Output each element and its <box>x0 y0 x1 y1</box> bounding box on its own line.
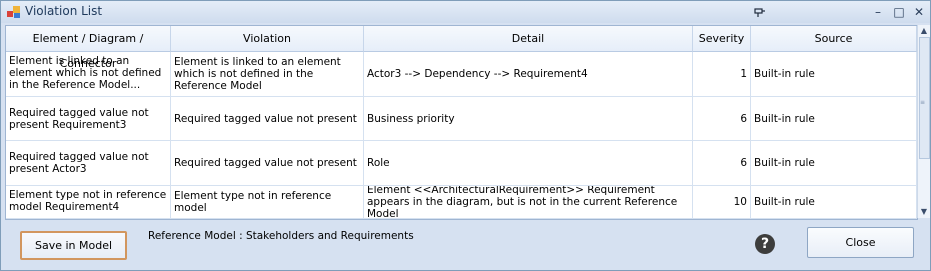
cell-source: Built-in rule <box>751 186 917 218</box>
column-header-severity[interactable]: Severity <box>693 26 751 52</box>
column-header-detail[interactable]: Detail <box>364 26 693 52</box>
window-title: Violation List <box>25 4 103 18</box>
cell-source: Built-in rule <box>751 141 917 185</box>
cell-detail: Element <<ArchitecturalRequirement>> Req… <box>364 186 693 218</box>
help-icon[interactable]: ? <box>755 234 775 254</box>
grip-icon: ≡ <box>920 99 926 106</box>
table-row[interactable]: Required tagged value not present Actor3… <box>6 141 917 186</box>
scroll-down-icon[interactable]: ▼ <box>918 206 930 218</box>
cell-element: Required tagged value not present Actor3 <box>6 141 171 185</box>
minimize-icon[interactable]: – <box>869 4 887 20</box>
cell-detail: Role <box>364 141 693 185</box>
cell-element: Required tagged value not present Requir… <box>6 97 171 140</box>
cell-severity: 1 <box>693 52 751 96</box>
violation-table: Element / Diagram / Connector Violation … <box>5 25 918 220</box>
cell-element: Element is linked to an element which is… <box>6 52 171 96</box>
column-header-violation[interactable]: Violation <box>171 26 364 52</box>
cell-violation: Element type not in reference model <box>171 186 364 218</box>
cell-violation: Element is linked to an element which is… <box>171 52 364 96</box>
table-row[interactable]: Element type not in reference model Requ… <box>6 186 917 219</box>
cell-element: Element type not in reference model Requ… <box>6 186 171 218</box>
reference-model-label: Reference Model : Stakeholders and Requi… <box>148 230 414 242</box>
cell-violation: Required tagged value not present <box>171 97 364 140</box>
table-row[interactable]: Required tagged value not present Requir… <box>6 97 917 141</box>
table-row[interactable]: Element is linked to an element which is… <box>6 52 917 97</box>
app-icon <box>7 6 20 18</box>
vertical-scrollbar[interactable]: ▲ ≡ ▼ <box>917 25 930 218</box>
scroll-thumb[interactable] <box>919 37 930 159</box>
close-button[interactable]: Close <box>807 227 914 258</box>
cell-detail: Actor3 --> Dependency --> Requirement4 <box>364 52 693 96</box>
maximize-icon[interactable]: □ <box>890 4 908 20</box>
violation-list-window: Violation List – □ ✕ Element / Diagram /… <box>0 0 931 271</box>
cell-detail: Business priority <box>364 97 693 140</box>
cell-severity: 10 <box>693 186 751 218</box>
title-bar: Violation List – □ ✕ <box>1 1 930 23</box>
column-header-element[interactable]: Element / Diagram / Connector <box>6 26 171 70</box>
column-header-source[interactable]: Source <box>751 26 917 52</box>
cell-severity: 6 <box>693 141 751 185</box>
pin-icon[interactable] <box>754 6 766 18</box>
close-icon[interactable]: ✕ <box>910 4 928 20</box>
save-in-model-button[interactable]: Save in Model <box>20 231 127 260</box>
cell-severity: 6 <box>693 97 751 140</box>
cell-violation: Required tagged value not present <box>171 141 364 185</box>
cell-source: Built-in rule <box>751 97 917 140</box>
scroll-up-icon[interactable]: ▲ <box>918 25 930 37</box>
cell-source: Built-in rule <box>751 52 917 96</box>
